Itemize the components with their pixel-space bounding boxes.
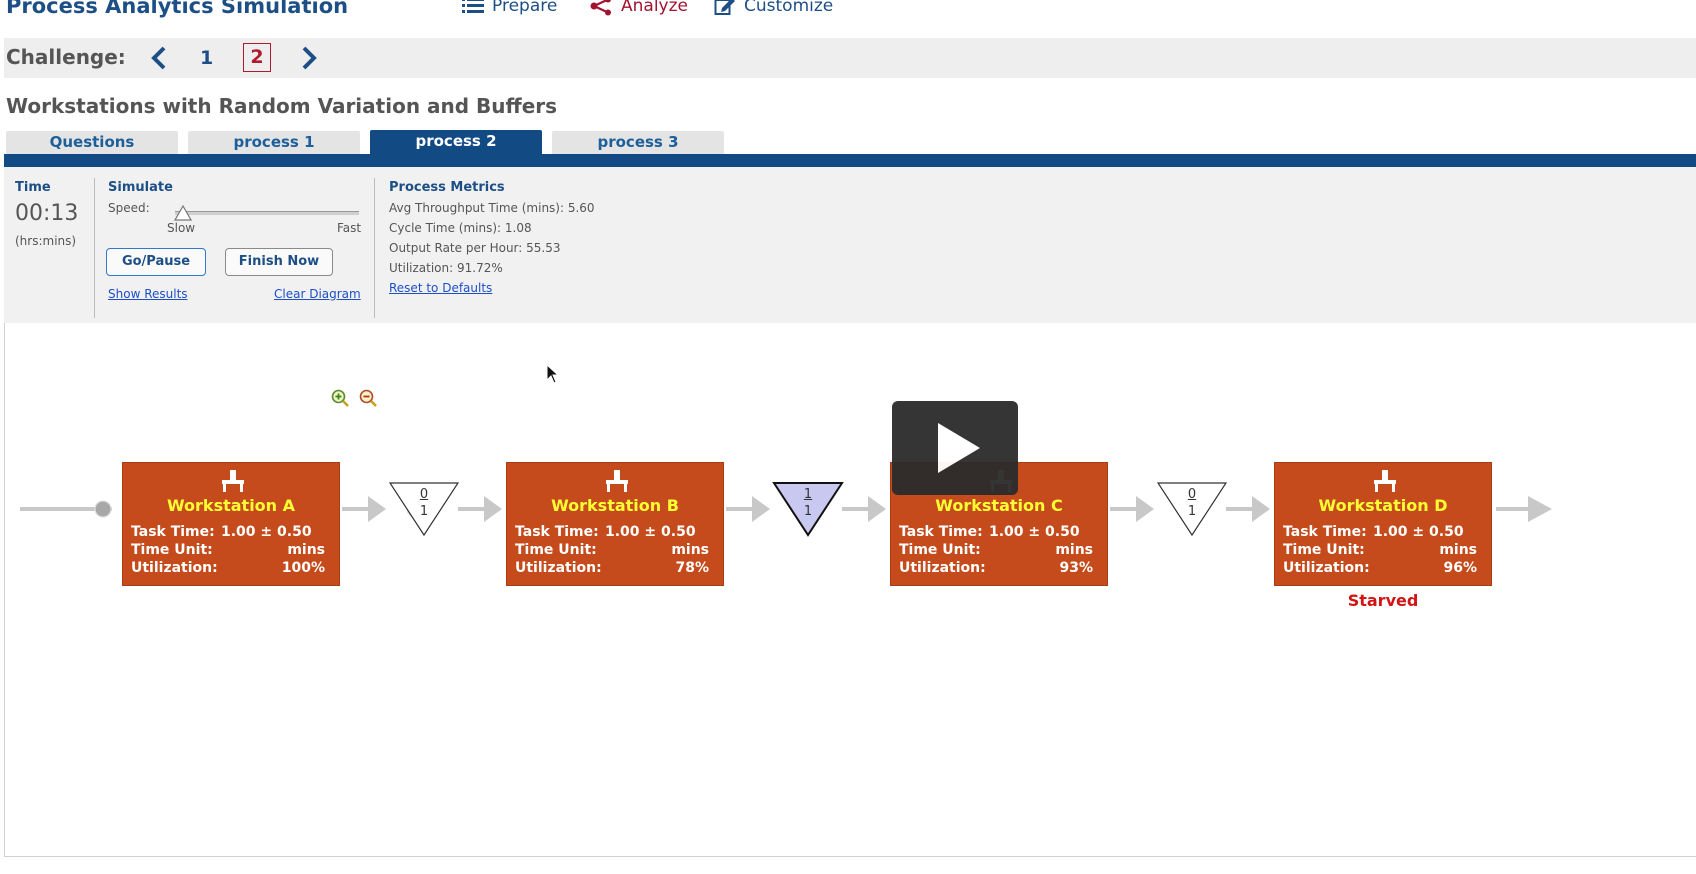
time-unit-label: Time Unit: <box>515 542 597 558</box>
video-play-button[interactable] <box>892 401 1018 495</box>
utilization-label: Utilization: <box>899 560 986 576</box>
task-time-label: Task Time: <box>1283 524 1367 540</box>
time-unit-value: mins <box>1439 542 1477 558</box>
buffer-count: 0 <box>1187 487 1197 502</box>
workstation-d[interactable]: Workstation D Task Time: 1.00 ± 0.50 Time… <box>1274 462 1492 586</box>
utilization-label: Utilization: <box>515 560 602 576</box>
time-unit-value: mins <box>671 542 709 558</box>
workstation-name: Workstation D <box>1318 496 1448 515</box>
task-time-label: Task Time: <box>131 524 215 540</box>
time-unit-value: mins <box>1055 542 1093 558</box>
workstation-icon <box>1374 470 1396 492</box>
task-time-value: 1.00 ± 0.50 <box>221 524 312 540</box>
utilization-value: 96% <box>1443 560 1477 576</box>
buffer-count: 1 <box>803 487 813 502</box>
workstation-a[interactable]: Workstation A Task Time: 1.00 ± 0.50 Time… <box>122 462 340 586</box>
buffer-2[interactable]: 1 1 <box>772 481 844 537</box>
time-unit-value: mins <box>287 542 325 558</box>
utilization-value: 78% <box>675 560 709 576</box>
workstation-d-status: Starved <box>1347 591 1419 610</box>
play-icon <box>938 423 980 473</box>
flow-arrows <box>20 496 1552 522</box>
workstation-b[interactable]: Workstation B Task Time: 1.00 ± 0.50 Time… <box>506 462 724 586</box>
utilization-label: Utilization: <box>131 560 218 576</box>
task-time-label: Task Time: <box>515 524 599 540</box>
task-time-label: Task Time: <box>899 524 983 540</box>
time-unit-label: Time Unit: <box>131 542 213 558</box>
workstation-name: Workstation C <box>935 496 1063 515</box>
buffer-1[interactable]: 0 1 <box>388 481 460 537</box>
time-unit-label: Time Unit: <box>899 542 981 558</box>
buffer-capacity: 1 <box>1187 504 1197 519</box>
utilization-value: 93% <box>1059 560 1093 576</box>
utilization-value: 100% <box>281 560 325 576</box>
buffer-count: 0 <box>419 487 429 502</box>
time-unit-label: Time Unit: <box>1283 542 1365 558</box>
buffer-3[interactable]: 0 1 <box>1156 481 1228 537</box>
buffer-capacity: 1 <box>803 504 813 519</box>
workstation-name: Workstation B <box>551 496 679 515</box>
workstation-icon <box>222 470 244 492</box>
task-time-value: 1.00 ± 0.50 <box>989 524 1080 540</box>
task-time-value: 1.00 ± 0.50 <box>605 524 696 540</box>
workstation-name: Workstation A <box>166 496 296 515</box>
workstation-icon <box>606 470 628 492</box>
task-time-value: 1.00 ± 0.50 <box>1373 524 1464 540</box>
utilization-label: Utilization: <box>1283 560 1370 576</box>
buffer-capacity: 1 <box>419 504 429 519</box>
